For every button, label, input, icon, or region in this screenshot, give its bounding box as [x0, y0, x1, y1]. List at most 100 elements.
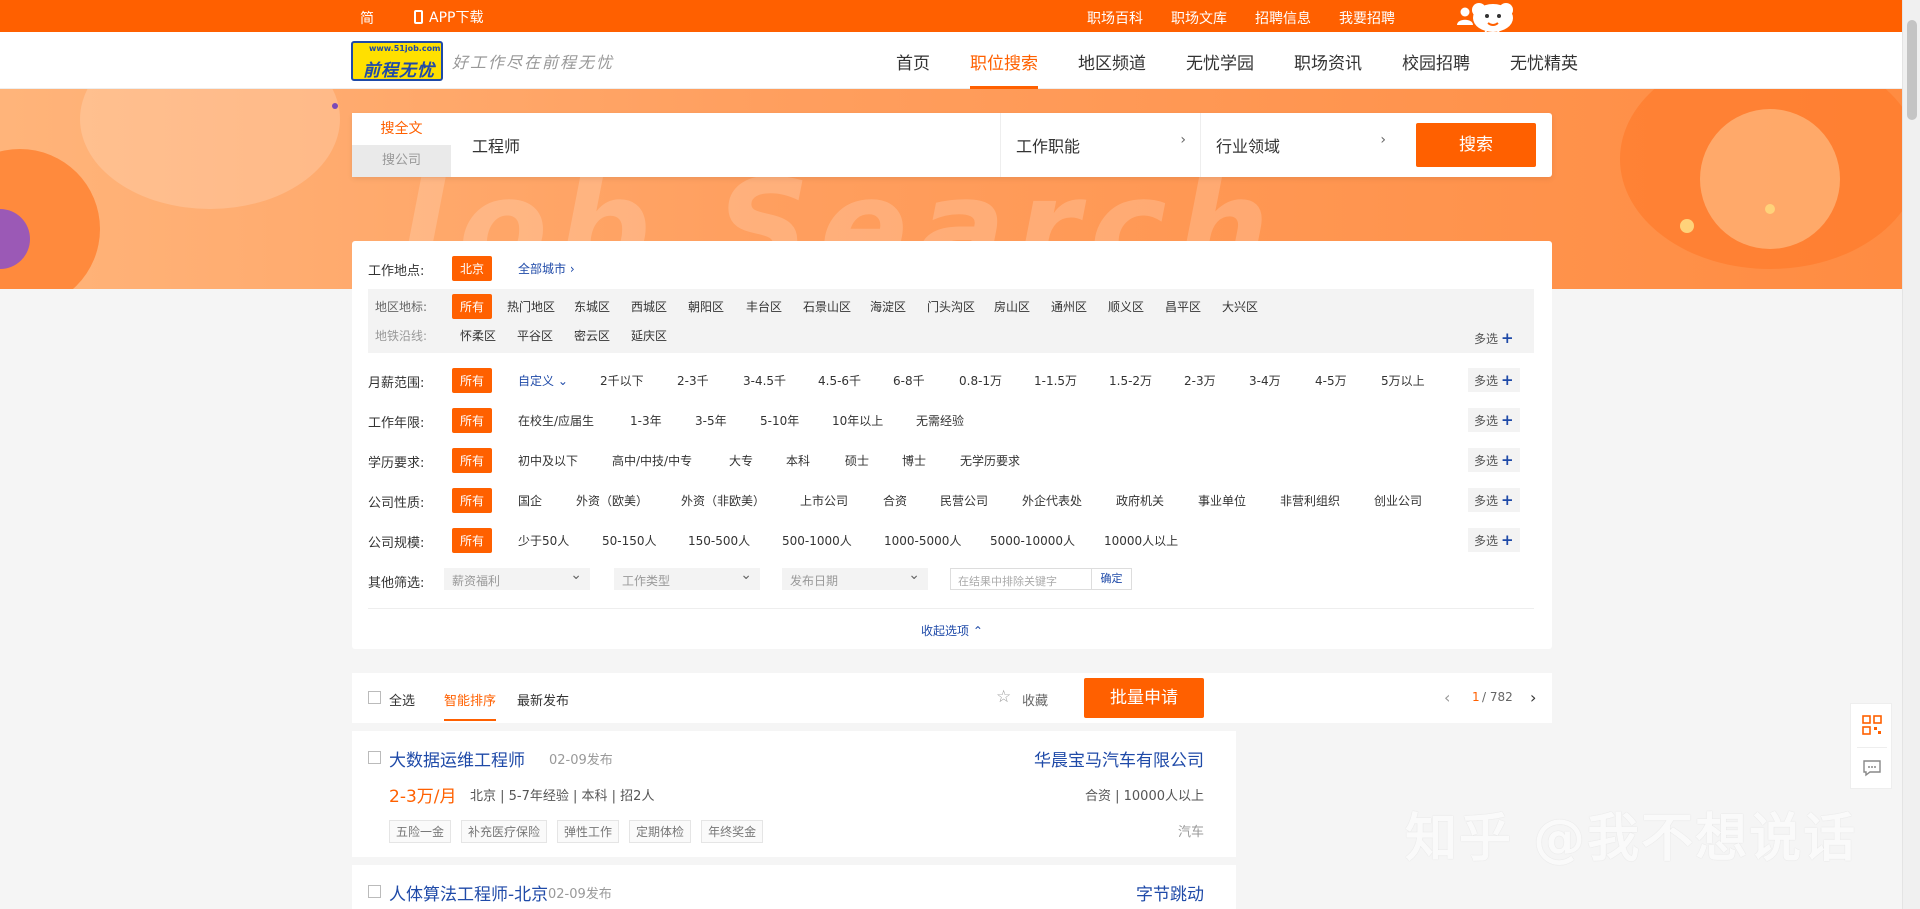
- salary-option[interactable]: 2-3万: [1184, 372, 1216, 389]
- nav-career-news[interactable]: 职场资讯: [1294, 32, 1362, 89]
- district-option[interactable]: 昌平区: [1165, 298, 1201, 315]
- company-size-option[interactable]: 少于50人: [518, 532, 569, 549]
- salary-option[interactable]: 2-3千: [677, 372, 709, 389]
- district-option[interactable]: 朝阳区: [688, 298, 724, 315]
- experience-option[interactable]: 1-3年: [630, 412, 662, 429]
- exclude-keyword-field[interactable]: 在结果中排除关键字 确定: [950, 568, 1132, 590]
- education-option[interactable]: 博士: [902, 452, 926, 469]
- simplified-chinese-toggle[interactable]: 简: [360, 8, 374, 28]
- all-cities-link[interactable]: 全部城市 ›: [518, 260, 575, 277]
- salary-option[interactable]: 6-8千: [893, 372, 925, 389]
- company-type-option[interactable]: 创业公司: [1374, 492, 1422, 509]
- salary-option[interactable]: 0.8-1万: [959, 372, 1002, 389]
- top-link-career-wiki[interactable]: 职场百科: [1087, 8, 1143, 28]
- sort-latest-tab[interactable]: 最新发布: [517, 690, 569, 709]
- company-size-option[interactable]: 50-150人: [602, 532, 657, 549]
- salary-option[interactable]: 4.5-6千: [818, 372, 861, 389]
- favorite-label[interactable]: 收藏: [1022, 690, 1048, 709]
- nav-job-search[interactable]: 职位搜索: [970, 32, 1038, 89]
- company-name[interactable]: 华晨宝马汽车有限公司: [1034, 746, 1204, 771]
- education-option[interactable]: 硕士: [845, 452, 869, 469]
- salary-option[interactable]: 2千以下: [600, 372, 644, 389]
- company-name[interactable]: 字节跳动: [1136, 880, 1204, 905]
- nav-home[interactable]: 首页: [896, 32, 930, 89]
- nav-regions[interactable]: 地区频道: [1078, 32, 1146, 89]
- job-title[interactable]: 大数据运维工程师: [389, 746, 525, 771]
- star-icon[interactable]: ☆: [996, 687, 1011, 707]
- logo[interactable]: www.51job.com 前程无忧: [351, 41, 443, 81]
- keyword-input[interactable]: 工程师: [472, 133, 520, 157]
- company-type-option[interactable]: 外资（欧美）: [576, 492, 648, 509]
- top-link-career-library[interactable]: 职场文库: [1171, 8, 1227, 28]
- district-option[interactable]: 门头沟区: [927, 298, 975, 315]
- district-multi-select[interactable]: 多选 +: [1468, 326, 1520, 350]
- company-size-option[interactable]: 500-1000人: [782, 532, 852, 549]
- education-multi-select[interactable]: 多选 +: [1468, 448, 1520, 472]
- salary-option[interactable]: 3-4万: [1249, 372, 1281, 389]
- company-size-option[interactable]: 1000-5000人: [884, 532, 961, 549]
- metro-label[interactable]: 地铁沿线:: [375, 327, 427, 344]
- company-size-option[interactable]: 150-500人: [688, 532, 750, 549]
- experience-option[interactable]: 在校生/应届生: [518, 412, 594, 429]
- job-checkbox[interactable]: [368, 751, 381, 764]
- district-option[interactable]: 密云区: [574, 327, 610, 344]
- nav-campus[interactable]: 校园招聘: [1402, 32, 1470, 89]
- search-button[interactable]: 搜索: [1416, 123, 1536, 167]
- district-option[interactable]: 热门地区: [507, 298, 555, 315]
- district-option[interactable]: 房山区: [994, 298, 1030, 315]
- salary-option[interactable]: 5万以上: [1381, 372, 1425, 389]
- company-size-multi-select[interactable]: 多选 +: [1468, 528, 1520, 552]
- district-option[interactable]: 东城区: [574, 298, 610, 315]
- district-option[interactable]: 石景山区: [803, 298, 851, 315]
- select-all-checkbox[interactable]: [368, 691, 381, 704]
- batch-apply-button[interactable]: 批量申请: [1084, 678, 1204, 718]
- district-option[interactable]: 通州区: [1051, 298, 1087, 315]
- company-type-option[interactable]: 外资（非欧美）: [681, 492, 765, 509]
- location-current[interactable]: 北京: [452, 256, 493, 281]
- select-all-label[interactable]: 全选: [389, 690, 415, 709]
- job-card[interactable]: 大数据运维工程师 02-09发布 华晨宝马汽车有限公司 2-3万/月 北京 | …: [352, 731, 1236, 857]
- company-type-option[interactable]: 上市公司: [800, 492, 848, 509]
- education-option[interactable]: 高中/中技/中专: [612, 452, 692, 469]
- message-icon[interactable]: [1862, 759, 1882, 777]
- page-scrollbar[interactable]: [1902, 0, 1920, 909]
- industry-select[interactable]: 行业领域 ›: [1200, 113, 1400, 177]
- top-link-recruit-info[interactable]: 招聘信息: [1255, 8, 1311, 28]
- salary-option[interactable]: 3-4.5千: [743, 372, 786, 389]
- tab-search-fulltext[interactable]: 搜全文: [352, 113, 451, 145]
- experience-option[interactable]: 10年以上: [832, 412, 883, 429]
- job-checkbox[interactable]: [368, 885, 381, 898]
- welfare-dropdown[interactable]: 薪资福利: [444, 567, 590, 590]
- experience-all[interactable]: 所有: [452, 408, 493, 433]
- job-title[interactable]: 人体算法工程师-北京: [389, 880, 548, 905]
- top-link-post-job[interactable]: 我要招聘: [1339, 8, 1395, 28]
- tab-search-company[interactable]: 搜公司: [352, 145, 451, 177]
- app-download-link[interactable]: APP下载: [414, 7, 483, 27]
- qrcode-icon[interactable]: [1862, 715, 1882, 735]
- company-type-option[interactable]: 非营利组织: [1280, 492, 1340, 509]
- company-size-option[interactable]: 10000人以上: [1104, 532, 1178, 549]
- company-size-option[interactable]: 5000-10000人: [990, 532, 1075, 549]
- education-option[interactable]: 无学历要求: [960, 452, 1020, 469]
- salary-multi-select[interactable]: 多选 +: [1468, 368, 1520, 392]
- next-page-button[interactable]: ›: [1530, 688, 1536, 707]
- company-type-option[interactable]: 事业单位: [1198, 492, 1246, 509]
- salary-option[interactable]: 1-1.5万: [1034, 372, 1077, 389]
- salary-all[interactable]: 所有: [452, 368, 493, 393]
- salary-option[interactable]: 4-5万: [1315, 372, 1347, 389]
- salary-option[interactable]: 1.5-2万: [1109, 372, 1152, 389]
- district-option[interactable]: 西城区: [631, 298, 667, 315]
- education-option[interactable]: 初中及以下: [518, 452, 578, 469]
- district-option[interactable]: 延庆区: [631, 327, 667, 344]
- nav-academy[interactable]: 无忧学园: [1186, 32, 1254, 89]
- company-type-all[interactable]: 所有: [452, 488, 493, 513]
- exclude-confirm-button[interactable]: 确定: [1091, 569, 1131, 589]
- prev-page-button[interactable]: ‹: [1444, 688, 1450, 707]
- scrollbar-thumb[interactable]: [1907, 20, 1917, 120]
- education-option[interactable]: 本科: [786, 452, 810, 469]
- collapse-options-toggle[interactable]: 收起选项 ⌃: [921, 622, 983, 639]
- publish-date-dropdown[interactable]: 发布日期: [782, 567, 928, 590]
- company-type-option[interactable]: 民营公司: [940, 492, 988, 509]
- district-option[interactable]: 丰台区: [746, 298, 782, 315]
- district-option[interactable]: 平谷区: [517, 327, 553, 344]
